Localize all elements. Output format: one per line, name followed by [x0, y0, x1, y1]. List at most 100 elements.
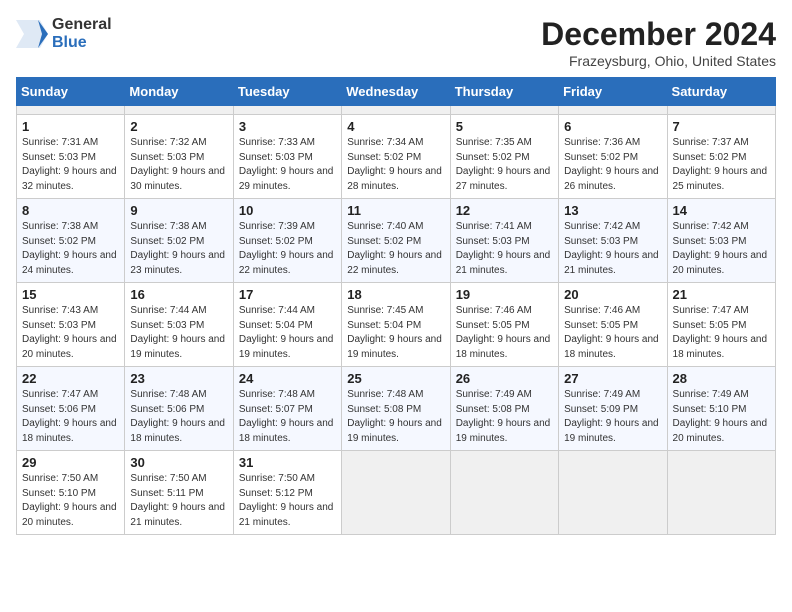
day-detail: Sunrise: 7:35 AM Sunset: 5:02 PM Dayligh…: [456, 136, 553, 194]
day-number: 7: [673, 119, 770, 134]
calendar-day-cell: 2 Sunrise: 7:32 AM Sunset: 5:03 PM Daylig…: [125, 115, 233, 199]
day-number: 8: [22, 203, 119, 218]
day-number: 30: [130, 455, 227, 470]
day-detail: Sunrise: 7:46 AM Sunset: 5:05 PM Dayligh…: [564, 304, 661, 362]
calendar-day-cell: 15 Sunrise: 7:43 AM Sunset: 5:03 PM Dayli…: [17, 283, 125, 367]
header: General Blue December 2024 Frazeysburg, …: [16, 16, 776, 69]
calendar-day-cell: 26 Sunrise: 7:49 AM Sunset: 5:08 PM Dayli…: [450, 367, 558, 451]
calendar-header-cell: Saturday: [667, 78, 775, 106]
day-detail: Sunrise: 7:33 AM Sunset: 5:03 PM Dayligh…: [239, 136, 336, 194]
logo-text: General Blue: [52, 16, 112, 51]
month-title: December 2024: [541, 16, 776, 53]
day-detail: Sunrise: 7:38 AM Sunset: 5:02 PM Dayligh…: [22, 220, 119, 278]
day-number: 24: [239, 371, 336, 386]
day-detail: Sunrise: 7:48 AM Sunset: 5:07 PM Dayligh…: [239, 388, 336, 446]
calendar-day-cell: [125, 106, 233, 115]
day-detail: Sunrise: 7:50 AM Sunset: 5:11 PM Dayligh…: [130, 472, 227, 530]
calendar-day-cell: 22Sunrise: 7:47 AM Sunset: 5:06 PM Dayli…: [17, 367, 125, 451]
calendar-week-row: 8 Sunrise: 7:38 AM Sunset: 5:02 PM Daylig…: [17, 199, 776, 283]
calendar-day-cell: 19Sunrise: 7:46 AM Sunset: 5:05 PM Dayli…: [450, 283, 558, 367]
calendar-week-row: 29 Sunrise: 7:50 AM Sunset: 5:10 PM Dayli…: [17, 451, 776, 535]
calendar-day-cell: [667, 451, 775, 535]
day-number: 10: [239, 203, 336, 218]
day-number: 31: [239, 455, 336, 470]
day-number: 13: [564, 203, 661, 218]
calendar-day-cell: 10 Sunrise: 7:39 AM Sunset: 5:02 PM Dayli…: [233, 199, 341, 283]
logo-line2: Blue: [52, 34, 112, 52]
day-number: 28: [673, 371, 770, 386]
day-detail: Sunrise: 7:48 AM Sunset: 5:06 PM Dayligh…: [130, 388, 227, 446]
calendar-table: SundayMondayTuesdayWednesdayThursdayFrid…: [16, 77, 776, 535]
location-title: Frazeysburg, Ohio, United States: [541, 53, 776, 69]
calendar-header-cell: Sunday: [17, 78, 125, 106]
calendar-day-cell: 7 Sunrise: 7:37 AM Sunset: 5:02 PM Daylig…: [667, 115, 775, 199]
calendar-week-row: 1 Sunrise: 7:31 AM Sunset: 5:03 PM Daylig…: [17, 115, 776, 199]
day-number: 2: [130, 119, 227, 134]
day-detail: Sunrise: 7:48 AM Sunset: 5:08 PM Dayligh…: [347, 388, 444, 446]
calendar-day-cell: 17 Sunrise: 7:44 AM Sunset: 5:04 PM Dayli…: [233, 283, 341, 367]
calendar-header-cell: Friday: [559, 78, 667, 106]
day-number: 17: [239, 287, 336, 302]
day-detail: Sunrise: 7:49 AM Sunset: 5:09 PM Dayligh…: [564, 388, 661, 446]
calendar-day-cell: 18Sunrise: 7:45 AM Sunset: 5:04 PM Dayli…: [342, 283, 450, 367]
calendar-day-cell: 13 Sunrise: 7:42 AM Sunset: 5:03 PM Dayli…: [559, 199, 667, 283]
day-detail: Sunrise: 7:42 AM Sunset: 5:03 PM Dayligh…: [564, 220, 661, 278]
day-number: 26: [456, 371, 553, 386]
calendar-day-cell: 11 Sunrise: 7:40 AM Sunset: 5:02 PM Dayli…: [342, 199, 450, 283]
day-number: 29: [22, 455, 119, 470]
day-detail: Sunrise: 7:31 AM Sunset: 5:03 PM Dayligh…: [22, 136, 119, 194]
day-detail: Sunrise: 7:34 AM Sunset: 5:02 PM Dayligh…: [347, 136, 444, 194]
day-detail: Sunrise: 7:44 AM Sunset: 5:03 PM Dayligh…: [130, 304, 227, 362]
calendar-day-cell: [559, 106, 667, 115]
day-number: 1: [22, 119, 119, 134]
calendar-day-cell: 4Sunrise: 7:34 AM Sunset: 5:02 PM Daylig…: [342, 115, 450, 199]
calendar-day-cell: 14Sunrise: 7:42 AM Sunset: 5:03 PM Dayli…: [667, 199, 775, 283]
day-number: 15: [22, 287, 119, 302]
calendar-week-row: 22Sunrise: 7:47 AM Sunset: 5:06 PM Dayli…: [17, 367, 776, 451]
calendar-day-cell: 5 Sunrise: 7:35 AM Sunset: 5:02 PM Daylig…: [450, 115, 558, 199]
day-detail: Sunrise: 7:49 AM Sunset: 5:10 PM Dayligh…: [673, 388, 770, 446]
day-number: 16: [130, 287, 227, 302]
day-detail: Sunrise: 7:37 AM Sunset: 5:02 PM Dayligh…: [673, 136, 770, 194]
calendar-day-cell: 27 Sunrise: 7:49 AM Sunset: 5:09 PM Dayli…: [559, 367, 667, 451]
calendar-day-cell: 24 Sunrise: 7:48 AM Sunset: 5:07 PM Dayli…: [233, 367, 341, 451]
day-detail: Sunrise: 7:32 AM Sunset: 5:03 PM Dayligh…: [130, 136, 227, 194]
calendar-day-cell: [450, 451, 558, 535]
day-detail: Sunrise: 7:39 AM Sunset: 5:02 PM Dayligh…: [239, 220, 336, 278]
title-area: December 2024 Frazeysburg, Ohio, United …: [541, 16, 776, 69]
day-detail: Sunrise: 7:41 AM Sunset: 5:03 PM Dayligh…: [456, 220, 553, 278]
day-number: 22: [22, 371, 119, 386]
day-detail: Sunrise: 7:50 AM Sunset: 5:12 PM Dayligh…: [239, 472, 336, 530]
calendar-header-cell: Monday: [125, 78, 233, 106]
day-number: 14: [673, 203, 770, 218]
calendar-day-cell: 29 Sunrise: 7:50 AM Sunset: 5:10 PM Dayli…: [17, 451, 125, 535]
calendar-header-cell: Tuesday: [233, 78, 341, 106]
calendar-day-cell: 1 Sunrise: 7:31 AM Sunset: 5:03 PM Daylig…: [17, 115, 125, 199]
calendar-day-cell: 16 Sunrise: 7:44 AM Sunset: 5:03 PM Dayli…: [125, 283, 233, 367]
day-detail: Sunrise: 7:50 AM Sunset: 5:10 PM Dayligh…: [22, 472, 119, 530]
day-number: 27: [564, 371, 661, 386]
day-number: 3: [239, 119, 336, 134]
calendar-day-cell: 28 Sunrise: 7:49 AM Sunset: 5:10 PM Dayli…: [667, 367, 775, 451]
calendar-day-cell: 6Sunrise: 7:36 AM Sunset: 5:02 PM Daylig…: [559, 115, 667, 199]
day-number: 5: [456, 119, 553, 134]
day-number: 12: [456, 203, 553, 218]
calendar-day-cell: 9Sunrise: 7:38 AM Sunset: 5:02 PM Daylig…: [125, 199, 233, 283]
day-detail: Sunrise: 7:43 AM Sunset: 5:03 PM Dayligh…: [22, 304, 119, 362]
day-number: 11: [347, 203, 444, 218]
day-detail: Sunrise: 7:44 AM Sunset: 5:04 PM Dayligh…: [239, 304, 336, 362]
calendar-day-cell: [667, 106, 775, 115]
calendar-day-cell: 23Sunrise: 7:48 AM Sunset: 5:06 PM Dayli…: [125, 367, 233, 451]
day-detail: Sunrise: 7:40 AM Sunset: 5:02 PM Dayligh…: [347, 220, 444, 278]
calendar-day-cell: [450, 106, 558, 115]
day-number: 21: [673, 287, 770, 302]
calendar-body: 1 Sunrise: 7:31 AM Sunset: 5:03 PM Daylig…: [17, 106, 776, 535]
day-detail: Sunrise: 7:47 AM Sunset: 5:05 PM Dayligh…: [673, 304, 770, 362]
calendar-day-cell: [233, 106, 341, 115]
calendar-header-cell: Wednesday: [342, 78, 450, 106]
day-detail: Sunrise: 7:49 AM Sunset: 5:08 PM Dayligh…: [456, 388, 553, 446]
calendar-day-cell: 12 Sunrise: 7:41 AM Sunset: 5:03 PM Dayli…: [450, 199, 558, 283]
day-number: 20: [564, 287, 661, 302]
calendar-week-row: [17, 106, 776, 115]
calendar-header-cell: Thursday: [450, 78, 558, 106]
